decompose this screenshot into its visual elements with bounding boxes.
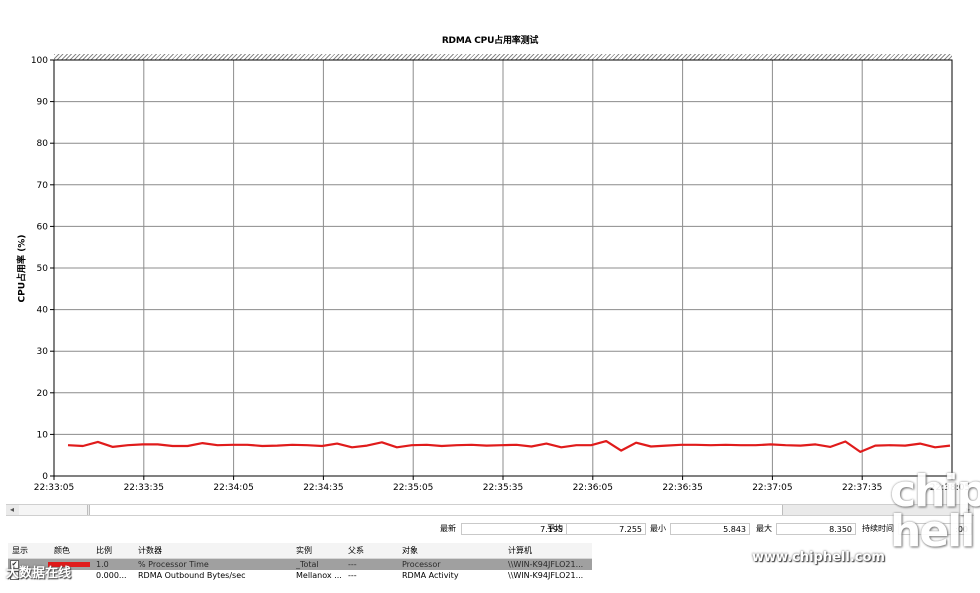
- x-tick-label: 22:35:05: [393, 483, 433, 493]
- row-parent: ---: [348, 560, 357, 569]
- row-parent: ---: [348, 571, 357, 580]
- header-computer[interactable]: 计算机: [508, 543, 532, 558]
- header-counter[interactable]: 计数器: [138, 543, 162, 558]
- y-tick-label: 90: [37, 98, 49, 108]
- watermark-url: www.chiphell.com: [752, 550, 885, 565]
- table-header: 显示 颜色 比例 计数器 实例 父系 对象 计算机: [8, 543, 592, 559]
- x-tick-label: 22:35:35: [483, 483, 523, 493]
- x-tick-label: 22:36:35: [662, 483, 702, 493]
- y-tick-label: 70: [37, 181, 49, 191]
- x-tick-label: 22:34:05: [213, 483, 253, 493]
- stat-duration-label: 持续时间: [862, 524, 894, 533]
- y-tick-label: 10: [37, 430, 49, 440]
- header-instance[interactable]: 实例: [296, 543, 312, 558]
- row-instance: _Total: [296, 560, 319, 569]
- header-parent[interactable]: 父系: [348, 543, 364, 558]
- stat-avg-label: 平均: [547, 524, 563, 533]
- y-tick-label: 40: [37, 306, 49, 316]
- scroll-left-icon[interactable]: ◂: [6, 505, 18, 515]
- row-instance: Mellanox ...: [296, 571, 342, 580]
- horizontal-scrollbar[interactable]: ◂ ▸: [6, 504, 974, 516]
- stat-avg-value: 7.255: [566, 523, 646, 535]
- counter-table: 显示 颜色 比例 计数器 实例 父系 对象 计算机 ✔ 1.0 % Proces…: [8, 543, 592, 581]
- stat-last-label: 最新: [440, 524, 456, 533]
- stat-min-label: 最小: [650, 524, 666, 533]
- y-tick-label: 100: [31, 56, 48, 66]
- scroll-thumb-left[interactable]: [19, 505, 88, 515]
- row-object: RDMA Activity: [402, 571, 459, 580]
- x-tick-label: 22:37:05: [752, 483, 792, 493]
- y-tick-label: 30: [37, 347, 49, 357]
- row-counter: % Processor Time: [138, 560, 209, 569]
- row-scale: 1.0: [96, 560, 109, 569]
- y-tick-label: 80: [37, 139, 49, 149]
- x-tick-label: 22:36:05: [573, 483, 613, 493]
- row-computer: \\WIN-K94JFLO21...: [508, 571, 584, 580]
- x-tick-label: 22:37:35: [842, 483, 882, 493]
- stat-min-value: 5.843: [670, 523, 750, 535]
- line-chart: 0 10 20 30 40 50 60 70 80 90 100 22:33:05 22:33:35 2…: [31, 56, 970, 493]
- row-computer: \\WIN-K94JFLO21...: [508, 560, 584, 569]
- header-color[interactable]: 颜色: [54, 543, 70, 558]
- header-scale[interactable]: 比例: [96, 543, 112, 558]
- y-tick-label: 20: [37, 389, 49, 399]
- chiphell-watermark-logo: chip hell: [890, 466, 980, 557]
- y-axis-label: CPU占用率 (%): [17, 234, 28, 303]
- stat-max-label: 最大: [756, 524, 772, 533]
- x-tick-label: 22:33:35: [124, 483, 164, 493]
- table-row[interactable]: ✔ 1.0 % Processor Time _Total --- Proces…: [8, 559, 592, 570]
- x-tick-label: 22:34:35: [303, 483, 343, 493]
- watermark-small: 大数据在线: [6, 566, 72, 581]
- y-tick-label: 0: [42, 472, 48, 482]
- scroll-thumb[interactable]: [89, 505, 783, 515]
- row-scale: 0.000...: [96, 571, 127, 580]
- header-object[interactable]: 对象: [402, 543, 418, 558]
- row-object: Processor: [402, 560, 441, 569]
- stats-row: 最新 7.195 平均 7.255 最小 5.843 最大 8.350 持续时间…: [0, 522, 980, 536]
- row-counter: RDMA Outbound Bytes/sec: [138, 571, 246, 580]
- y-tick-label: 50: [37, 264, 49, 274]
- x-tick-label: 22:33:05: [34, 483, 74, 493]
- table-row[interactable]: 0.000... RDMA Outbound Bytes/sec Mellano…: [8, 570, 592, 581]
- series-line-processor-time: [67, 440, 951, 453]
- y-tick-label: 60: [37, 222, 49, 232]
- stat-max-value: 8.350: [776, 523, 856, 535]
- header-show[interactable]: 显示: [12, 543, 28, 558]
